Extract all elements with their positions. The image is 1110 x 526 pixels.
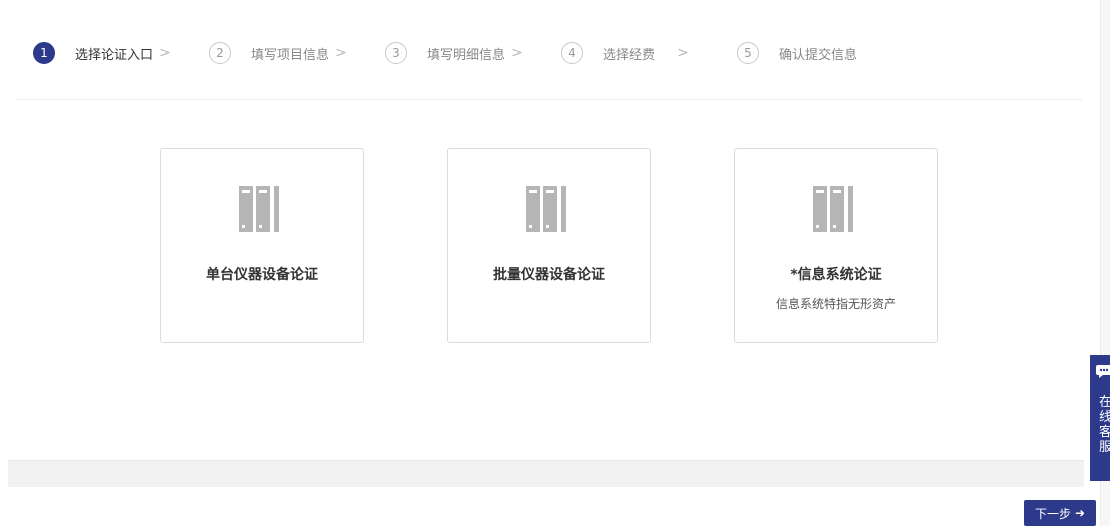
step-label: 确认提交信息 <box>779 47 858 63</box>
server-rack-icon <box>813 186 853 232</box>
chevron-right-icon: > <box>335 45 347 61</box>
online-service-label: 在线客服 <box>1099 395 1110 455</box>
card-title: 单台仪器设备论证 <box>206 267 318 283</box>
card-title: 批量仪器设备论证 <box>493 267 605 283</box>
step-number: 5 <box>737 42 759 64</box>
steps-divider <box>16 99 1082 100</box>
card-information-system[interactable]: *信息系统论证 信息系统特指无形资产 <box>734 148 938 343</box>
chevron-right-icon: > <box>511 45 523 61</box>
step-number: 2 <box>209 42 231 64</box>
step-2[interactable]: 2 填写项目信息 > <box>209 41 347 65</box>
step-4[interactable]: 4 选择经费 > <box>561 41 689 65</box>
online-service-widget[interactable]: 在线客服 <box>1090 355 1110 481</box>
step-label: 选择论证入口 <box>75 47 154 63</box>
server-rack-icon <box>526 186 566 232</box>
footer-band <box>8 460 1084 487</box>
card-single-instrument[interactable]: 单台仪器设备论证 <box>160 148 364 343</box>
step-number: 1 <box>33 42 55 64</box>
card-batch-instrument[interactable]: 批量仪器设备论证 <box>447 148 651 343</box>
card-description: 信息系统特指无形资产 <box>775 297 896 311</box>
chevron-right-icon: > <box>159 45 171 61</box>
step-3[interactable]: 3 填写明细信息 > <box>385 41 523 65</box>
step-number: 3 <box>385 42 407 64</box>
step-label: 选择经费 <box>603 47 656 63</box>
chevron-right-icon: > <box>677 45 689 61</box>
next-step-label: 下一步 <box>1034 506 1071 521</box>
step-progress-bar: 1 选择论证入口 > 2 填写项目信息 > 3 填写明细信息 > 4 选择经费 … <box>0 0 1082 100</box>
step-5[interactable]: 5 确认提交信息 <box>737 41 857 65</box>
card-title: *信息系统论证 <box>790 267 882 283</box>
step-1[interactable]: 1 选择论证入口 > <box>33 41 171 65</box>
arrow-right-icon: ➜ <box>1074 506 1086 520</box>
step-label: 填写明细信息 <box>427 47 506 63</box>
step-label: 填写项目信息 <box>251 47 330 63</box>
step-number: 4 <box>561 42 583 64</box>
next-step-button[interactable]: 下一步 ➜ <box>1024 500 1096 526</box>
chat-bubble-icon <box>1096 365 1110 378</box>
server-rack-icon <box>239 186 279 232</box>
